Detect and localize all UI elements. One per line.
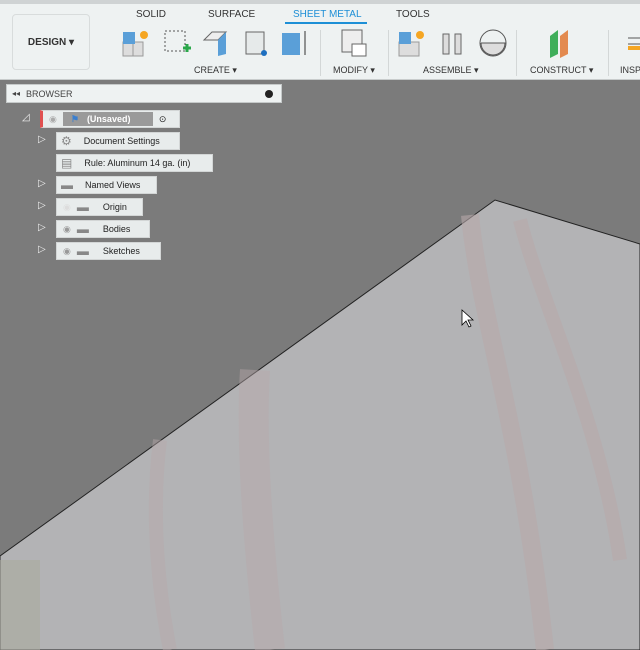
tab-solid[interactable]: SOLID <box>136 9 166 20</box>
tab-surface[interactable]: SURFACE <box>208 9 255 20</box>
expand-icon[interactable]: ▷ <box>38 178 46 189</box>
gear-icon: ⚙ <box>61 134 72 148</box>
browser-item-label: Document Settings <box>83 136 160 146</box>
folder-icon: ▬ <box>76 244 89 258</box>
component-icon: ⚑ <box>70 113 79 124</box>
measure-icon[interactable] <box>626 28 640 58</box>
expand-icon[interactable]: ▷ <box>38 134 46 145</box>
browser-item-label: Rule: Aluminum 14 ga. (in) <box>84 158 191 168</box>
root-label: ⚑ (Unsaved) <box>62 112 153 126</box>
new-component-icon[interactable] <box>398 28 428 58</box>
create-sketch-icon[interactable] <box>162 28 192 58</box>
create-menu[interactable]: CREATE ▾ <box>194 65 237 76</box>
assemble-menu[interactable]: ASSEMBLE ▾ <box>423 65 479 76</box>
rule-icon: ▤ <box>61 156 73 170</box>
new-component-icon[interactable] <box>122 28 152 58</box>
browser-panel-header[interactable]: ◂◂ BROWSER <box>6 84 282 103</box>
browser-item-label: Origin <box>102 202 127 212</box>
tab-sheet-metal[interactable]: SHEET METAL <box>285 9 367 24</box>
tab-tools[interactable]: TOOLS <box>396 9 430 20</box>
activate-icon[interactable]: ⊙ <box>159 114 167 125</box>
folder-icon: ▬ <box>76 222 89 236</box>
eye-hidden-icon[interactable]: ◉ <box>63 202 71 213</box>
pin-icon[interactable] <box>265 89 273 98</box>
offset-plane-icon[interactable] <box>546 28 576 58</box>
toolbar: DESIGN ▾ SOLID SURFACE SHEET METAL TOOLS… <box>0 4 640 80</box>
joint-icon[interactable] <box>438 28 468 58</box>
browser-item[interactable]: ◉ ▬ Sketches <box>56 242 161 260</box>
browser-item-label: Bodies <box>102 224 131 234</box>
modify-menu[interactable]: MODIFY ▾ <box>333 65 375 76</box>
browser-title: BROWSER <box>26 88 73 99</box>
extrude-icon[interactable] <box>280 28 310 58</box>
browser-item[interactable]: ◉ ▬ Bodies <box>56 220 150 238</box>
browser-item[interactable]: ▬ Named Views <box>56 176 157 194</box>
browser-item[interactable]: ▤ Rule: Aluminum 14 ga. (in) <box>56 154 213 172</box>
browser-item-label: Sketches <box>102 246 140 256</box>
browser-item[interactable]: ⚙ Document Settings <box>56 132 180 150</box>
expand-icon[interactable]: ▷ <box>38 244 46 255</box>
eye-icon[interactable]: ◉ <box>49 114 57 125</box>
inspect-menu[interactable]: INSP <box>620 65 640 75</box>
workspace-switcher[interactable]: DESIGN ▾ <box>12 14 90 70</box>
unfold-icon[interactable] <box>242 28 272 58</box>
modify-icon[interactable] <box>340 28 370 58</box>
flange-icon[interactable] <box>202 28 232 58</box>
browser-item-label: Named Views <box>85 180 141 190</box>
folder-icon: ▬ <box>61 178 73 192</box>
collapse-icon[interactable]: ◂◂ <box>12 89 20 98</box>
expand-icon[interactable]: ◿ <box>22 112 30 123</box>
construct-menu[interactable]: CONSTRUCT ▾ <box>530 65 593 76</box>
browser-item[interactable]: ◉ ▬ Origin <box>56 198 143 216</box>
expand-icon[interactable]: ▷ <box>38 200 46 211</box>
motion-link-icon[interactable] <box>478 28 508 58</box>
eye-icon[interactable]: ◉ <box>63 246 71 257</box>
expand-icon[interactable]: ▷ <box>38 222 46 233</box>
browser-root[interactable]: ◉ ⚑ (Unsaved) ⊙ <box>40 110 180 128</box>
folder-icon: ▬ <box>76 200 89 214</box>
eye-icon[interactable]: ◉ <box>63 224 71 235</box>
